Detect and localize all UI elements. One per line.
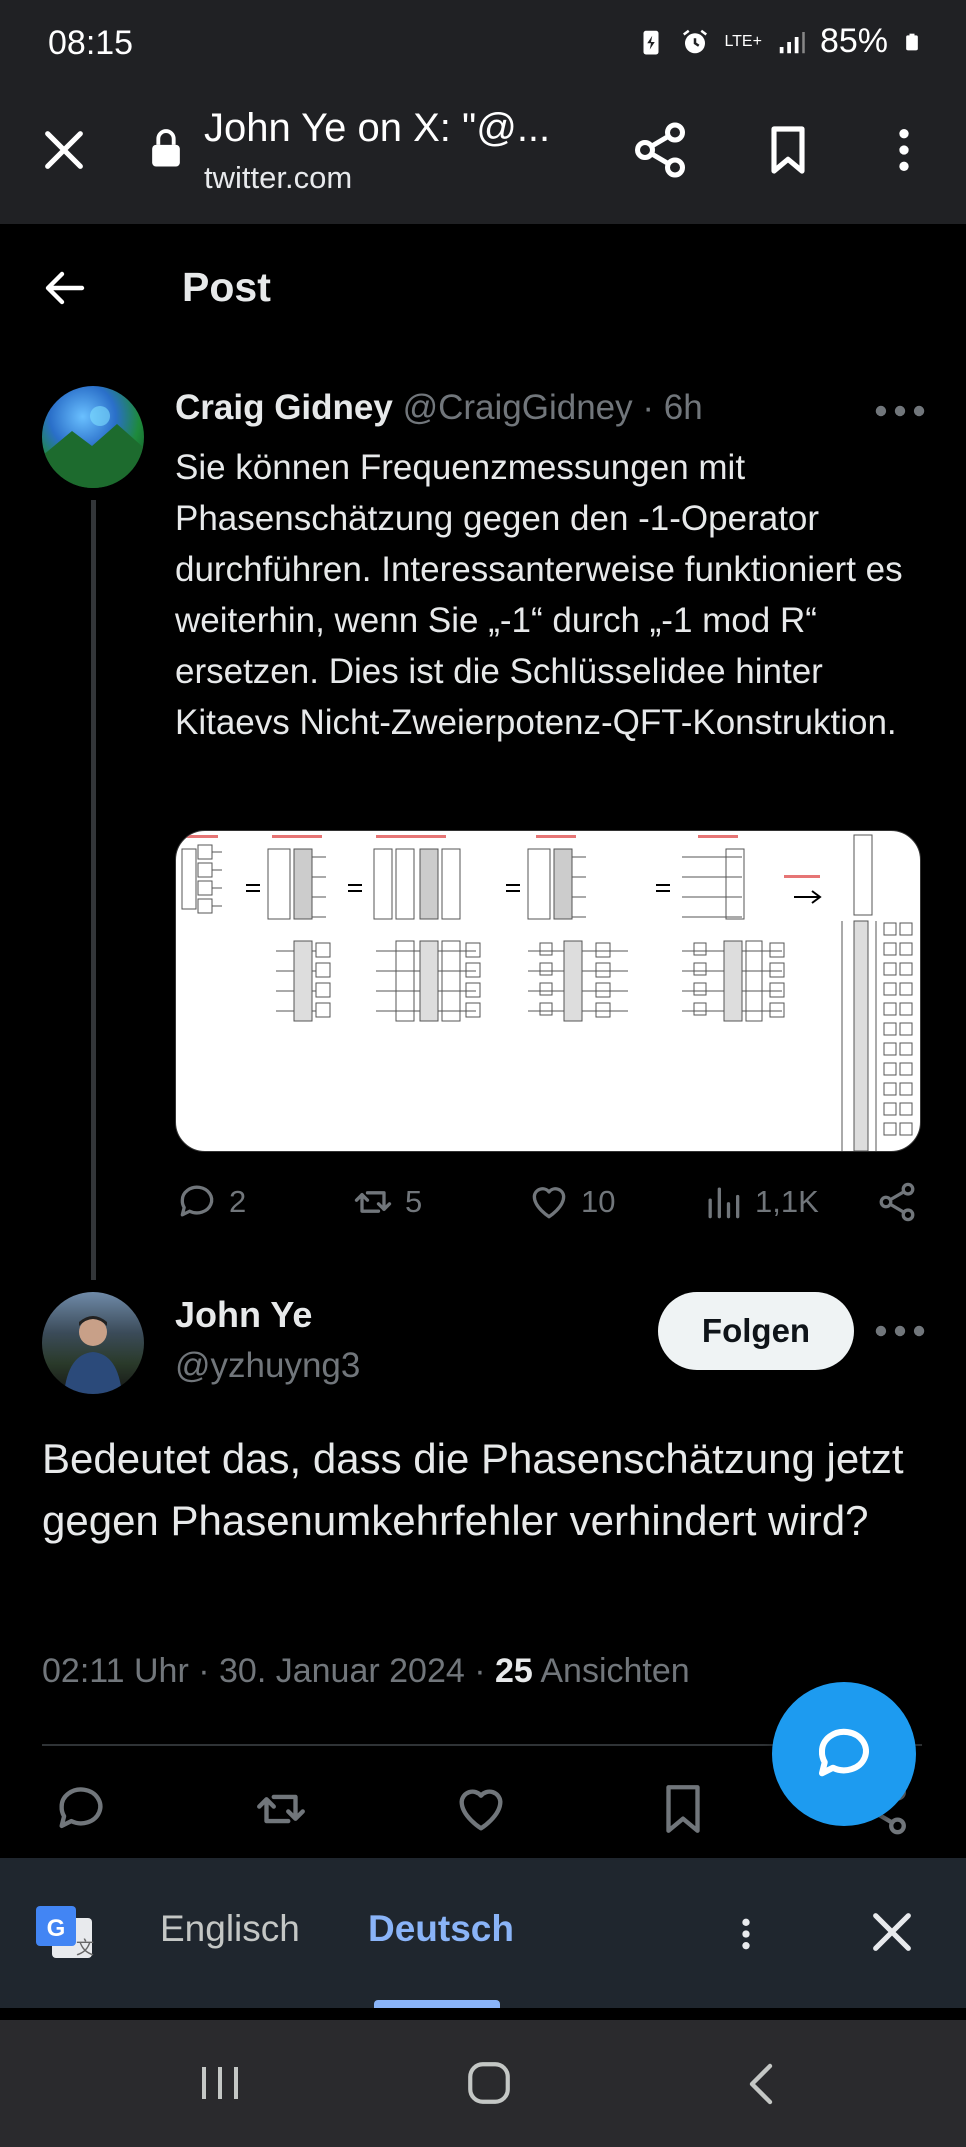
more-horizontal-icon[interactable] — [874, 1316, 926, 1346]
page-url[interactable]: twitter.com — [204, 160, 352, 196]
back-arrow-icon[interactable] — [42, 264, 90, 312]
tweet-timestamp-views: 02:11 Uhr · 30. Januar 2024 · 25 Ansicht… — [42, 1652, 690, 1691]
battery-icon — [906, 33, 918, 50]
retweet-icon — [354, 1191, 392, 1213]
tweet-author-line: Craig Gidney @CraigGidney · 6h — [175, 388, 703, 428]
retweet-icon[interactable] — [252, 1780, 310, 1838]
battery-saver-icon — [643, 30, 659, 54]
bookmark-icon[interactable] — [654, 1780, 712, 1838]
close-icon[interactable] — [864, 1904, 920, 1960]
views-label: Ansichten — [532, 1652, 690, 1690]
source-language-tab[interactable]: Englisch — [160, 1908, 300, 1950]
bookmark-icon[interactable] — [760, 120, 816, 180]
author-name[interactable]: John Ye — [175, 1294, 312, 1336]
heart-icon — [532, 1187, 566, 1219]
browser-toolbar: John Ye on X: "@... twitter.com — [0, 90, 966, 224]
back-icon[interactable] — [742, 2060, 778, 2108]
tweet-timestamp[interactable]: 02:11 Uhr · 30. Januar 2024 · — [42, 1652, 495, 1690]
active-tab-indicator — [374, 2000, 500, 2008]
status-bar: 08:15 LTE+ 85% — [0, 0, 966, 90]
share-icon[interactable] — [630, 118, 690, 182]
more-horizontal-icon[interactable] — [874, 396, 926, 426]
retweet-button[interactable]: 5 — [351, 1180, 422, 1224]
like-count: 10 — [581, 1184, 616, 1219]
home-icon[interactable] — [464, 2058, 514, 2108]
follow-button[interactable]: Folgen — [658, 1292, 854, 1370]
views-button[interactable]: 1,1K — [701, 1180, 819, 1224]
status-icons: LTE+ 85% — [636, 22, 922, 61]
reply-icon — [180, 1185, 214, 1217]
svg-text:文: 文 — [76, 1938, 94, 1959]
target-language-tab[interactable]: Deutsch — [368, 1908, 514, 1950]
author-handle-time[interactable]: @CraigGidney · 6h — [403, 388, 703, 427]
post-header: Post — [0, 224, 966, 352]
reply-count: 2 — [229, 1184, 247, 1219]
tweet-text: Sie können Frequenzmessungen mit Phasens… — [175, 448, 903, 742]
translate-bar: G 文 Englisch Deutsch — [0, 1858, 966, 2008]
share-icon — [879, 1182, 915, 1222]
views-chart-icon — [708, 1187, 740, 1219]
compose-reply-button[interactable] — [772, 1682, 916, 1826]
like-button[interactable]: 10 — [527, 1180, 615, 1224]
status-time: 08:15 — [48, 24, 134, 62]
share-button[interactable] — [875, 1180, 919, 1224]
page-heading: Post — [182, 264, 271, 310]
recent-apps-icon[interactable] — [196, 2062, 244, 2104]
more-vertical-icon[interactable] — [876, 120, 932, 180]
avatar[interactable] — [42, 1292, 144, 1394]
retweet-count: 5 — [405, 1184, 423, 1219]
avatar[interactable] — [42, 386, 144, 488]
signal-icon — [779, 31, 805, 53]
system-navigation-bar — [0, 2020, 966, 2147]
svg-text:G: G — [47, 1915, 66, 1942]
thread-connector — [91, 500, 96, 1280]
reply-bubble-icon — [818, 1728, 870, 1777]
views-count: 25 — [494, 1652, 533, 1690]
author-name[interactable]: Craig Gidney — [175, 388, 393, 427]
heart-icon[interactable] — [452, 1780, 510, 1838]
reply-button[interactable]: 2 — [175, 1180, 246, 1224]
reply-icon[interactable] — [52, 1780, 110, 1838]
google-translate-icon[interactable]: G 文 — [32, 1902, 96, 1966]
tweet-image-circuit-diagram[interactable] — [175, 830, 921, 1152]
battery-percent: 85% — [819, 22, 888, 60]
circuit-diagram-image — [181, 834, 913, 1151]
views-count: 1,1K — [755, 1184, 819, 1219]
tweet-actions: 2 5 10 1,1K — [175, 1180, 925, 1236]
close-icon[interactable] — [36, 122, 92, 178]
author-handle[interactable]: @yzhuyng3 — [175, 1346, 360, 1386]
more-vertical-icon[interactable] — [726, 1904, 766, 1964]
lock-icon[interactable] — [150, 128, 182, 168]
page-title[interactable]: John Ye on X: "@... — [204, 106, 574, 151]
alarm-icon — [683, 29, 708, 53]
tweet-text: Bedeutet das, dass die Phasenschätzung j… — [42, 1435, 904, 1544]
lte-icon: LTE+ — [724, 32, 762, 50]
